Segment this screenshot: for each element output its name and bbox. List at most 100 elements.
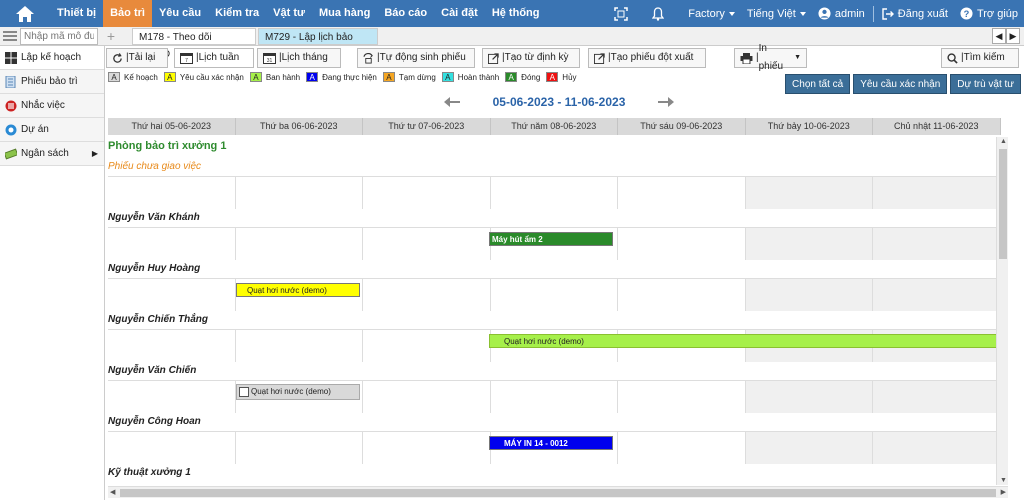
sidebar-item-plan[interactable]: Lập kế hoạch	[0, 46, 104, 70]
day-cell[interactable]	[108, 177, 236, 209]
day-cell[interactable]	[873, 432, 1001, 464]
reload-button[interactable]: | Tải lại	[106, 48, 168, 68]
horizontal-scrollbar[interactable]: ◀ ▶	[108, 486, 1008, 498]
day-cell[interactable]	[108, 279, 236, 311]
select-all-button[interactable]: Chọn tất cả	[785, 74, 851, 94]
legend-swatch: A	[306, 72, 319, 82]
language-dropdown[interactable]: Tiếng Việt	[741, 0, 812, 27]
day-cell[interactable]	[363, 432, 491, 464]
create-adhoc-button[interactable]: | Tạo phiếu đột xuất	[588, 48, 706, 68]
day-cell[interactable]	[490, 279, 618, 311]
menu-mua-hang[interactable]: Mua hàng	[312, 0, 377, 27]
day-cell[interactable]	[618, 381, 746, 413]
scroll-thumb[interactable]	[999, 149, 1007, 259]
arrow-right-icon[interactable]	[658, 97, 674, 107]
home-button[interactable]	[0, 0, 50, 27]
task-bar[interactable]: Quạt hơi nước (demo)	[489, 334, 1001, 348]
day-cell[interactable]	[873, 177, 1001, 209]
notification-button[interactable]	[638, 0, 682, 27]
day-cell[interactable]	[873, 381, 1001, 413]
logout-button[interactable]: Đăng xuất	[876, 0, 954, 27]
task-bar[interactable]: Quạt hơi nước (demo)	[236, 283, 360, 297]
day-cell[interactable]	[235, 330, 363, 362]
help-button[interactable]: ? Trợ giúp	[954, 0, 1024, 27]
day-cell[interactable]	[618, 279, 746, 311]
hamburger-icon[interactable]	[3, 30, 17, 42]
task-bar[interactable]: MÁY IN 14 - 0012	[489, 436, 613, 450]
tab-m729[interactable]: M729 - Lập lịch bảo trì✕	[258, 28, 378, 60]
week-view-button[interactable]: 7 | Lịch tuần	[174, 48, 254, 68]
tab-next-button[interactable]: ▶	[1006, 28, 1020, 44]
menu-vat-tu[interactable]: Vật tư	[266, 0, 312, 27]
tab-prev-button[interactable]: ◀	[992, 28, 1006, 44]
week-navigator: 05-06-2023 - 11-06-2023	[444, 93, 674, 111]
sidebar-item-budget[interactable]: Ngân sách ▶	[0, 142, 104, 166]
day-cell[interactable]	[363, 177, 491, 209]
create-periodic-button[interactable]: | Tạo từ định kỳ	[482, 48, 580, 68]
day-cell[interactable]	[235, 177, 363, 209]
scroll-up-icon[interactable]: ▲	[1000, 138, 1007, 145]
day-cell[interactable]	[363, 330, 491, 362]
day-cell[interactable]	[108, 432, 236, 464]
task-checkbox[interactable]	[239, 387, 249, 397]
day-header: Thứ năm 08-06-2023	[490, 118, 618, 135]
svg-text:7: 7	[185, 58, 188, 64]
menu-cai-dat[interactable]: Cài đặt	[434, 0, 485, 27]
factory-dropdown[interactable]: Factory	[682, 0, 741, 27]
day-cell[interactable]	[745, 228, 873, 260]
day-cell[interactable]	[745, 279, 873, 311]
day-cell[interactable]	[618, 177, 746, 209]
legend-item: A Tạm dừng	[382, 72, 436, 82]
reserve-material-button[interactable]: Dự trù vật tư	[950, 74, 1021, 94]
menu-bao-cao[interactable]: Báo cáo	[377, 0, 434, 27]
auto-generate-button[interactable]: | Tự động sinh phiếu	[357, 48, 475, 68]
menu-kiem-tra[interactable]: Kiểm tra	[208, 0, 266, 27]
day-cell[interactable]	[108, 381, 236, 413]
menu-yeu-cau[interactable]: Yêu cầu	[152, 0, 208, 27]
scroll-down-icon[interactable]: ▼	[1000, 477, 1007, 484]
day-cell[interactable]	[618, 432, 746, 464]
sidebar-item-reminder[interactable]: Nhắc việc	[0, 94, 104, 118]
sidebar-item-project[interactable]: Dự án	[0, 118, 104, 142]
day-cell[interactable]	[490, 381, 618, 413]
day-cell[interactable]	[745, 177, 873, 209]
day-cell[interactable]	[745, 381, 873, 413]
day-cell[interactable]	[745, 432, 873, 464]
month-view-button[interactable]: 31 | Lịch tháng	[257, 48, 341, 68]
sidebar-item-ticket[interactable]: Phiếu bảo trì	[0, 70, 104, 94]
legend-swatch: A	[108, 72, 120, 82]
day-cell[interactable]	[873, 228, 1001, 260]
day-cell[interactable]	[490, 177, 618, 209]
module-code-input[interactable]	[20, 28, 98, 45]
day-cell[interactable]	[618, 228, 746, 260]
day-cell[interactable]	[873, 279, 1001, 311]
project-icon	[5, 124, 17, 135]
schedule-grid: Thứ hai 05-06-2023 Thứ ba 06-06-2023 Thứ…	[108, 118, 1001, 483]
print-dropdown-button[interactable]: | In phiếu ▼	[734, 43, 807, 72]
day-cell[interactable]	[235, 228, 363, 260]
scroll-left-icon[interactable]: ◀	[110, 488, 115, 496]
request-confirm-button[interactable]: Yêu cầu xác nhận	[853, 74, 948, 94]
day-cell[interactable]	[363, 279, 491, 311]
task-bar[interactable]: Máy hút ẩm 2	[489, 232, 613, 246]
day-cell[interactable]	[108, 228, 236, 260]
menu-he-thong[interactable]: Hệ thống	[485, 0, 547, 27]
scroll-right-icon[interactable]: ▶	[1001, 488, 1006, 496]
toolbar: | Tải lại 7 | Lịch tuần 31 | Lịch tháng | …	[106, 43, 1024, 72]
day-cell[interactable]	[363, 381, 491, 413]
tab-m178[interactable]: M178 - Theo dõi HC/KĐ✕	[132, 28, 256, 60]
task-bar[interactable]: Quạt hơi nước (demo)	[236, 384, 360, 400]
qr-scan-button[interactable]	[608, 0, 638, 27]
day-cell[interactable]	[235, 432, 363, 464]
menu-bao-tri[interactable]: Bảo trì	[103, 0, 152, 27]
arrow-left-icon[interactable]	[444, 97, 460, 107]
vertical-scrollbar[interactable]: ▲ ▼	[996, 137, 1008, 485]
day-cell[interactable]	[363, 228, 491, 260]
search-button[interactable]: | Tìm kiếm	[941, 48, 1019, 68]
day-cell[interactable]	[108, 330, 236, 362]
printer-icon	[740, 52, 753, 64]
scroll-thumb[interactable]	[120, 489, 996, 497]
user-menu[interactable]: admin	[812, 0, 871, 27]
menu-thiet-bi[interactable]: Thiết bị	[50, 0, 103, 27]
add-tab-button[interactable]: +	[103, 28, 119, 45]
